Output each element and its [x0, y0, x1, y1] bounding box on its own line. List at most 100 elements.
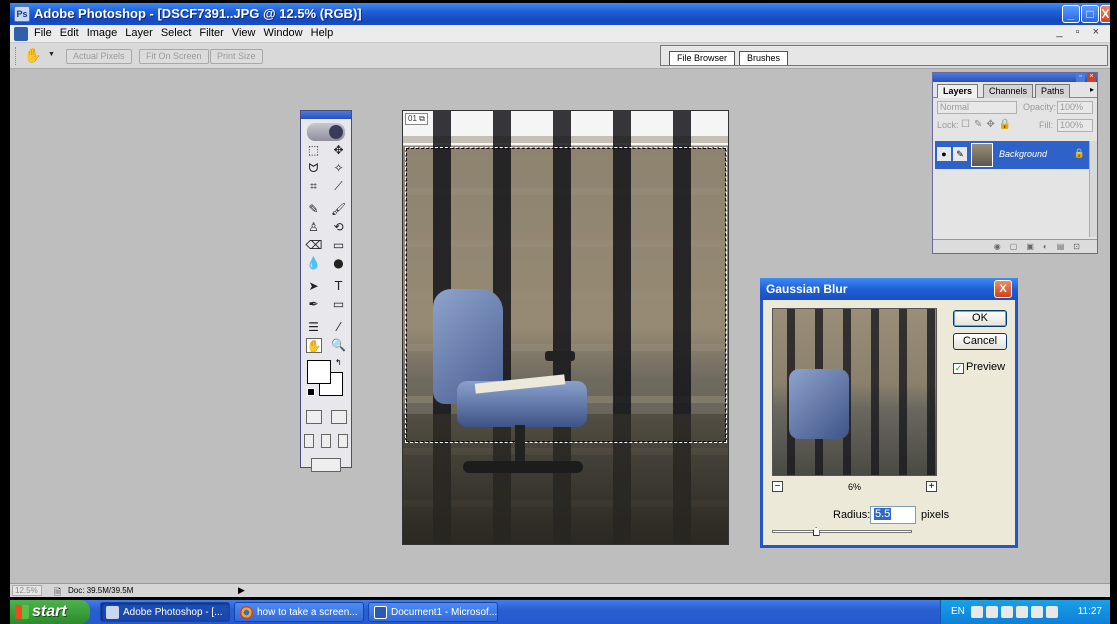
dodge-tool-icon[interactable]: ● [331, 256, 347, 271]
language-indicator[interactable]: EN [951, 600, 965, 624]
eyedropper-tool-icon[interactable]: ⁄ [331, 320, 347, 335]
document-control-icon[interactable] [14, 27, 28, 41]
radius-slider-thumb[interactable] [812, 527, 820, 536]
preview-checkbox[interactable]: ✓ Preview [953, 361, 1005, 374]
full-screen-mode-icon[interactable] [337, 434, 348, 448]
maximize-button[interactable]: □ [1081, 5, 1099, 23]
volume-tray-icon[interactable] [1016, 606, 1028, 618]
menu-layer[interactable]: Layer [125, 27, 153, 39]
back-tray-icon[interactable] [986, 606, 998, 618]
tab-layers[interactable]: Layers [937, 84, 979, 98]
status-menu-arrow-icon[interactable]: ▶ [238, 585, 245, 596]
pen-tool-icon[interactable]: ✒ [306, 297, 322, 312]
quick-mask-mode-icon[interactable] [330, 410, 347, 424]
title-bar[interactable]: Ps Adobe Photoshop - [DSCF7391..JPG @ 12… [10, 3, 1110, 25]
menu-edit[interactable]: Edit [60, 27, 79, 39]
network-tray-icon[interactable] [1046, 606, 1058, 618]
notes-tool-icon[interactable]: ☰ [306, 320, 322, 335]
tab-paths[interactable]: Paths [1035, 84, 1071, 98]
help-tray-icon[interactable] [971, 606, 983, 618]
move-tool-icon[interactable]: ✥ [331, 143, 347, 158]
layer-row-background[interactable]: ● ✎ Background 🔒 [935, 141, 1089, 169]
close-button[interactable]: X [1100, 5, 1110, 23]
layers-scrollbar[interactable] [1089, 141, 1097, 237]
radius-slider[interactable] [772, 527, 912, 536]
opacity-field[interactable]: 100% [1057, 101, 1093, 114]
tool-preset-caret-icon[interactable]: ▼ [48, 51, 55, 58]
layers-palette: ▫ × Layers Channels Paths ▸ Normal Opaci… [932, 72, 1098, 254]
paint-brush-icon[interactable]: ✎ [953, 147, 967, 161]
magic-wand-tool-icon[interactable]: ✧ [331, 161, 347, 176]
cancel-button[interactable]: Cancel [953, 333, 1007, 350]
menu-help[interactable]: Help [311, 27, 334, 39]
foreground-color-swatch[interactable] [307, 360, 331, 384]
taskbar-item-photoshop[interactable]: Adobe Photoshop - [... [100, 602, 230, 622]
clone-stamp-tool-icon[interactable]: ♙ [306, 220, 322, 235]
dialog-close-button[interactable]: X [994, 280, 1012, 298]
brush-tool-icon[interactable]: 🖌 [331, 202, 347, 217]
layers-bottom-toolbar[interactable]: ◉▢▣◐▤⊡ [933, 239, 1097, 253]
menu-select[interactable]: Select [161, 27, 192, 39]
marquee-tool-icon[interactable]: ⬚ [306, 143, 322, 158]
zoom-in-button[interactable]: + [926, 481, 937, 492]
lasso-tool-icon[interactable]: ᗢ [306, 161, 322, 176]
options-bar-grip[interactable] [15, 47, 18, 65]
layers-palette-titlebar[interactable]: ▫ × [933, 73, 1097, 82]
blend-mode-select[interactable]: Normal [937, 101, 1017, 114]
menu-window[interactable]: Window [264, 27, 303, 39]
lock-options-icon[interactable]: ☐✎✥🔒 [961, 119, 1015, 130]
slice-tool-icon[interactable]: ⟋ [331, 179, 347, 194]
ok-button[interactable]: OK [953, 310, 1007, 327]
type-tool-icon[interactable]: T [331, 279, 347, 294]
checkbox-check-icon[interactable]: ✓ [953, 363, 964, 374]
zoom-field[interactable]: 12.5% [12, 585, 42, 596]
menu-file[interactable]: File [34, 27, 52, 39]
fill-field[interactable]: 100% [1057, 119, 1093, 132]
palette-close-icon[interactable]: × [1087, 73, 1096, 82]
default-colors-icon[interactable] [307, 388, 315, 396]
blur-tool-icon[interactable]: 💧 [306, 256, 322, 271]
fill-label: Fill: [1039, 120, 1053, 130]
menu-image[interactable]: Image [87, 27, 118, 39]
actual-pixels-button[interactable]: Actual Pixels [66, 49, 132, 64]
history-brush-tool-icon[interactable]: ⟲ [331, 220, 347, 235]
path-selection-tool-icon[interactable]: ➤ [306, 279, 322, 294]
menu-view[interactable]: View [232, 27, 256, 39]
hand-tool-icon[interactable]: ✋ [305, 338, 322, 353]
hand-icon[interactable]: ✋ [24, 47, 41, 64]
standard-mode-icon[interactable] [305, 410, 322, 424]
zoom-tool-icon[interactable]: 🔍 [331, 338, 347, 353]
tab-channels[interactable]: Channels [983, 84, 1034, 98]
taskbar-item-browser[interactable]: how to take a screen... [234, 602, 364, 622]
swap-colors-icon[interactable]: ↰ [335, 358, 342, 367]
document-window-controls[interactable]: _ ▫ × [1056, 26, 1104, 38]
app-tray-icon[interactable] [1001, 606, 1013, 618]
palette-minimize-icon[interactable]: ▫ [1076, 73, 1085, 82]
tab-brushes[interactable]: Brushes [739, 51, 789, 65]
shape-tool-icon[interactable]: ▭ [331, 297, 347, 312]
chrome-icon [240, 606, 253, 619]
gradient-tool-icon[interactable]: ▭ [331, 238, 347, 253]
dialog-title[interactable]: Gaussian Blur [760, 278, 1018, 300]
print-size-button[interactable]: Print Size [210, 49, 263, 64]
crop-tool-icon[interactable]: ⌗ [306, 179, 322, 194]
adobe-online-icon[interactable] [307, 123, 345, 141]
jump-to-imageready-icon[interactable] [311, 458, 341, 472]
start-button[interactable]: start [10, 600, 90, 624]
palette-menu-icon[interactable]: ▸ [1090, 85, 1094, 94]
standard-screen-mode-icon[interactable] [304, 434, 315, 448]
document-canvas[interactable]: 01 ⧉ [402, 110, 729, 545]
tab-file-browser[interactable]: File Browser [669, 51, 736, 65]
taskbar-item-word[interactable]: Document1 - Microsof... [368, 602, 498, 622]
tools-palette-titlebar[interactable] [301, 111, 351, 119]
radius-input[interactable]: 5.5 [870, 506, 916, 524]
full-screen-menu-mode-icon[interactable] [320, 434, 331, 448]
fit-on-screen-button[interactable]: Fit On Screen [139, 49, 209, 64]
menu-filter[interactable]: Filter [199, 27, 223, 39]
healing-brush-tool-icon[interactable]: ✎ [306, 202, 322, 217]
visibility-eye-icon[interactable]: ● [937, 147, 951, 161]
minimize-button[interactable]: _ [1062, 5, 1080, 23]
security-tray-icon[interactable] [1031, 606, 1043, 618]
eraser-tool-icon[interactable]: ⌫ [306, 238, 323, 253]
blur-preview-image[interactable] [772, 308, 937, 476]
